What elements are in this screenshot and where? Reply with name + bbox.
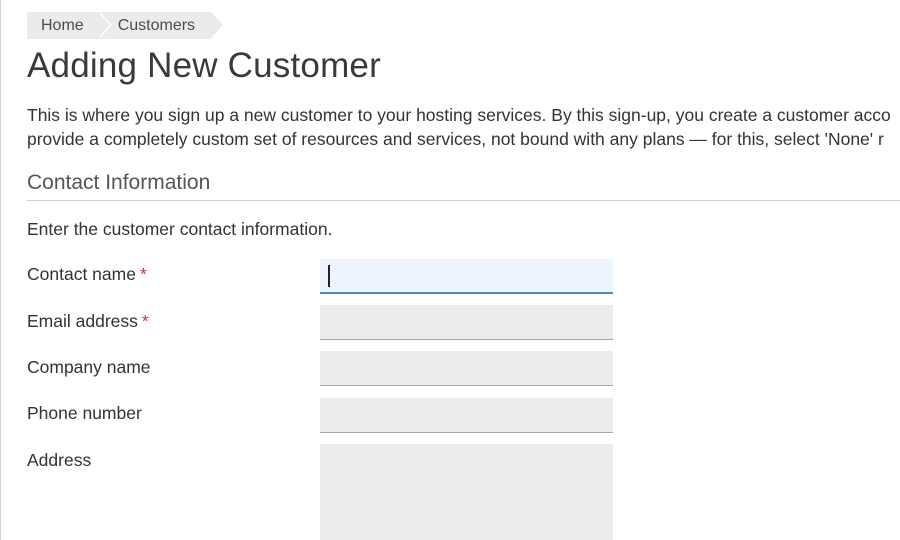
breadcrumb: Home Customers xyxy=(27,12,224,39)
address-label-text: Address xyxy=(27,450,92,470)
company-label: Company name xyxy=(27,357,151,378)
phone-label: Phone number xyxy=(27,403,142,424)
breadcrumb-customers[interactable]: Customers xyxy=(97,12,224,39)
contact-name-input[interactable] xyxy=(320,259,613,294)
section-divider xyxy=(27,200,900,201)
email-label: Email address * xyxy=(27,311,149,332)
page-title: Adding New Customer xyxy=(27,46,381,85)
breadcrumb-home[interactable]: Home xyxy=(27,12,112,39)
contact-name-label-text: Contact name xyxy=(27,264,136,284)
phone-input[interactable] xyxy=(320,398,613,433)
section-hint: Enter the customer contact information. xyxy=(27,219,333,239)
intro-text: This is where you sign up a new customer… xyxy=(27,103,900,151)
company-label-text: Company name xyxy=(27,357,151,377)
required-marker: * xyxy=(141,311,149,331)
company-input[interactable] xyxy=(320,351,613,386)
address-label: Address xyxy=(27,450,91,471)
section-title-contact: Contact Information xyxy=(27,171,211,194)
text-caret xyxy=(328,265,330,287)
phone-label-text: Phone number xyxy=(27,403,142,423)
intro-line-2: provide a completely custom set of resou… xyxy=(27,129,884,149)
email-label-text: Email address xyxy=(27,311,138,331)
page: Home Customers Adding New Customer This … xyxy=(0,0,900,540)
required-marker: * xyxy=(139,264,147,284)
left-border xyxy=(0,0,1,540)
address-textarea[interactable] xyxy=(320,444,613,540)
email-input[interactable] xyxy=(320,305,613,340)
intro-line-1: This is where you sign up a new customer… xyxy=(27,105,891,125)
contact-name-label: Contact name * xyxy=(27,264,147,285)
